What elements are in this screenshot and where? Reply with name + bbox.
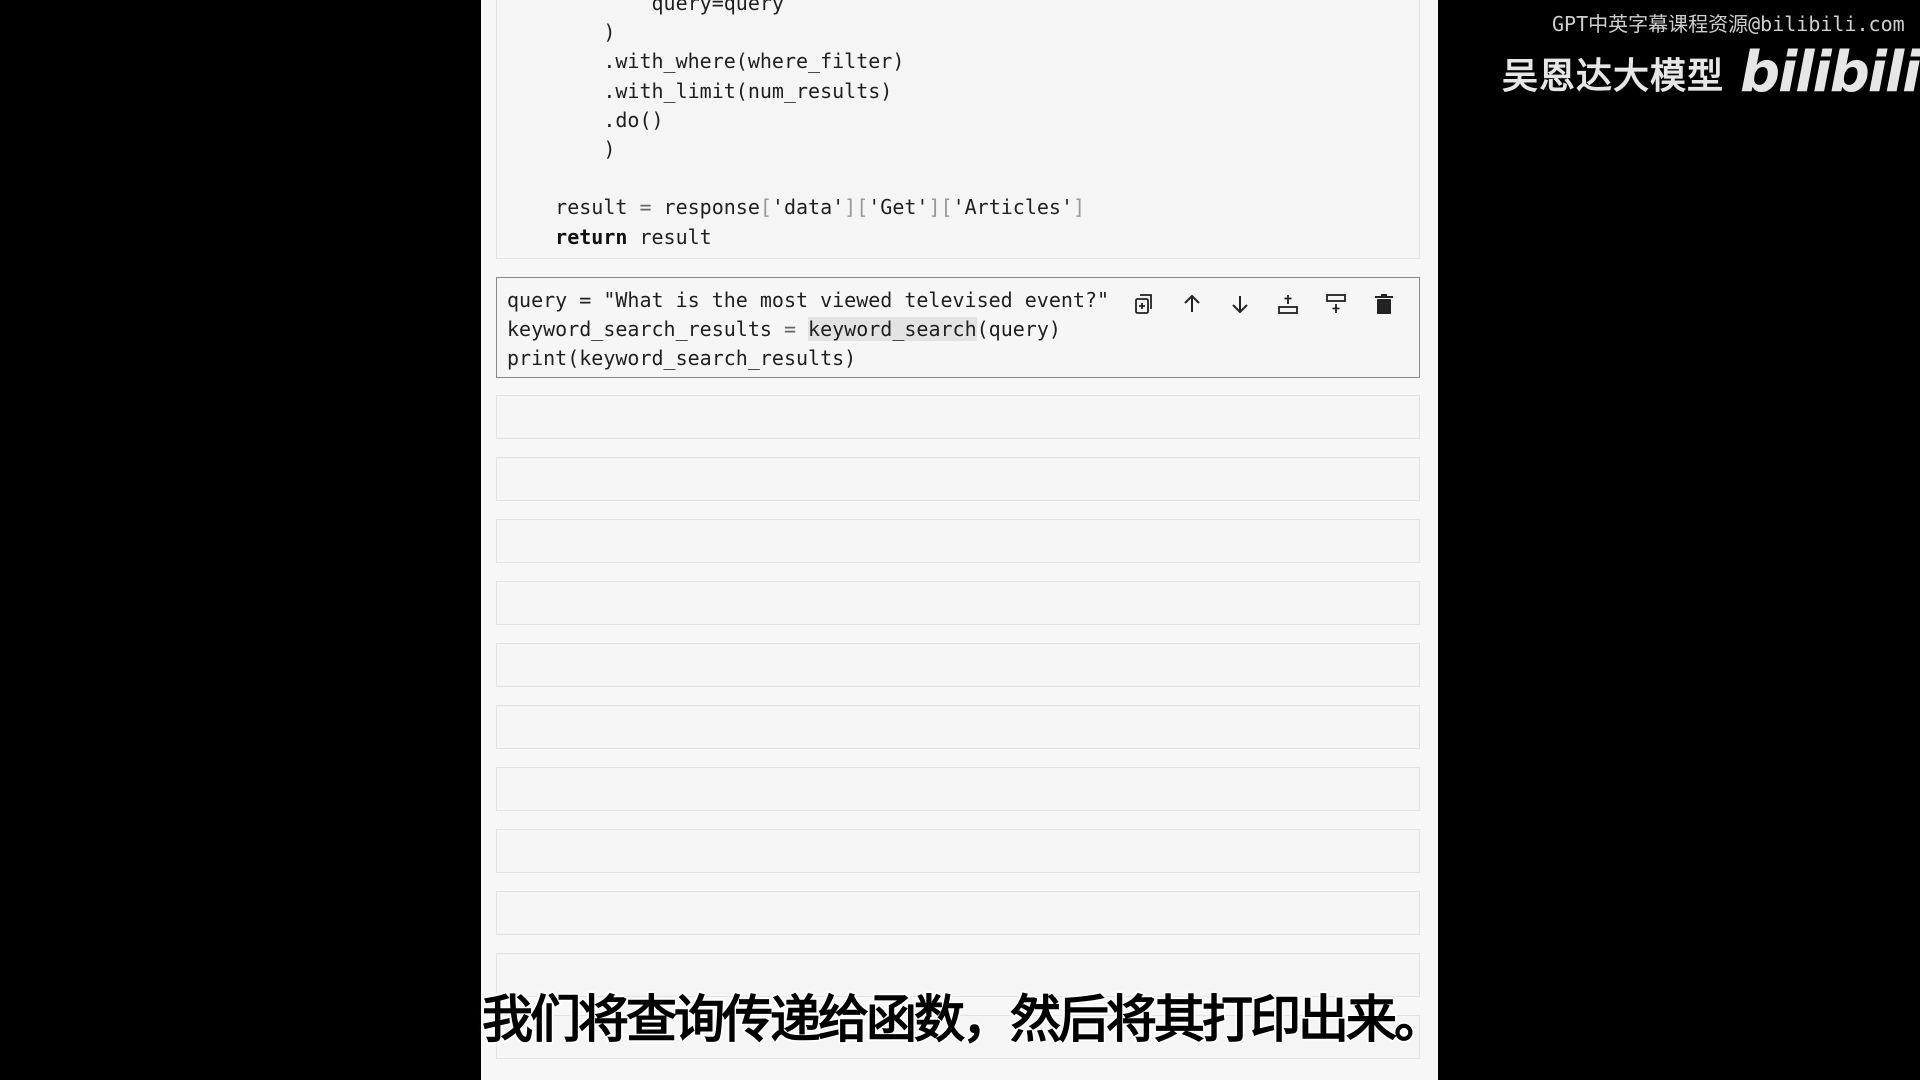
code-line-print: print(keyword_search_results) bbox=[507, 346, 857, 371]
code-line: .with_where(where_filter) bbox=[507, 49, 905, 74]
delete-icon bbox=[1375, 294, 1393, 314]
code-line: query=query bbox=[507, 0, 784, 15]
code-cell-keyword-search-def[interactable]: query=query ) .with_where(where_filter) … bbox=[496, 0, 1420, 259]
brand-title: 吴恩达大模型 bbox=[1502, 55, 1725, 97]
empty-cell[interactable] bbox=[496, 395, 1420, 439]
insert-below-button[interactable] bbox=[1319, 288, 1353, 320]
duplicate-icon bbox=[1135, 294, 1152, 314]
empty-cell[interactable] bbox=[496, 643, 1420, 687]
watermark-text: GPT中英字幕课程资源@bilibili.com bbox=[1552, 12, 1905, 36]
empty-cell[interactable] bbox=[496, 891, 1420, 935]
code-line-var: keyword_search_results bbox=[507, 317, 772, 342]
code-line: .with_limit(num_results) bbox=[507, 78, 893, 103]
code-line-query: query = "What is the most viewed televis… bbox=[507, 288, 1110, 312]
insert-above-icon bbox=[1278, 295, 1298, 314]
empty-cell[interactable] bbox=[496, 829, 1420, 873]
insert-above-button[interactable] bbox=[1271, 288, 1305, 320]
bilibili-logo: bilibili bbox=[1740, 40, 1920, 105]
code-line: return result bbox=[555, 224, 712, 249]
video-subtitle: 我们将查询传递给函数，然后将其打印出来。 bbox=[481, 990, 1447, 1052]
move-up-icon bbox=[1184, 294, 1200, 312]
move-down-button[interactable] bbox=[1223, 288, 1257, 320]
code-block: query=query ) .with_where(where_filter) … bbox=[507, 0, 1419, 252]
empty-cell[interactable] bbox=[496, 519, 1420, 563]
move-down-icon bbox=[1232, 296, 1248, 314]
cell-toolbar bbox=[1127, 288, 1401, 320]
insert-below-icon bbox=[1326, 294, 1346, 313]
brand-overlay: 吴恩达大模型 bilibili bbox=[1502, 40, 1920, 105]
code-line: ) bbox=[507, 137, 616, 162]
move-up-button[interactable] bbox=[1175, 288, 1209, 320]
code-args: (query) bbox=[976, 317, 1061, 342]
notebook-panel: query=query ) .with_where(where_filter) … bbox=[481, 0, 1438, 1080]
code-line: result = response['data']['Get']['Articl… bbox=[507, 195, 1086, 220]
duplicate-cell-button[interactable] bbox=[1127, 288, 1161, 320]
active-code-cell[interactable]: query = "What is the most viewed televis… bbox=[496, 277, 1420, 378]
code-line: ) bbox=[507, 20, 616, 45]
empty-cell[interactable] bbox=[496, 767, 1420, 811]
empty-cell[interactable] bbox=[496, 705, 1420, 749]
empty-cell[interactable] bbox=[496, 581, 1420, 625]
code-fn-highlight: keyword_search bbox=[808, 317, 977, 342]
empty-cell[interactable] bbox=[496, 457, 1420, 501]
code-line: .do() bbox=[507, 107, 664, 132]
delete-cell-button[interactable] bbox=[1367, 288, 1401, 320]
code-op: = bbox=[771, 317, 809, 342]
